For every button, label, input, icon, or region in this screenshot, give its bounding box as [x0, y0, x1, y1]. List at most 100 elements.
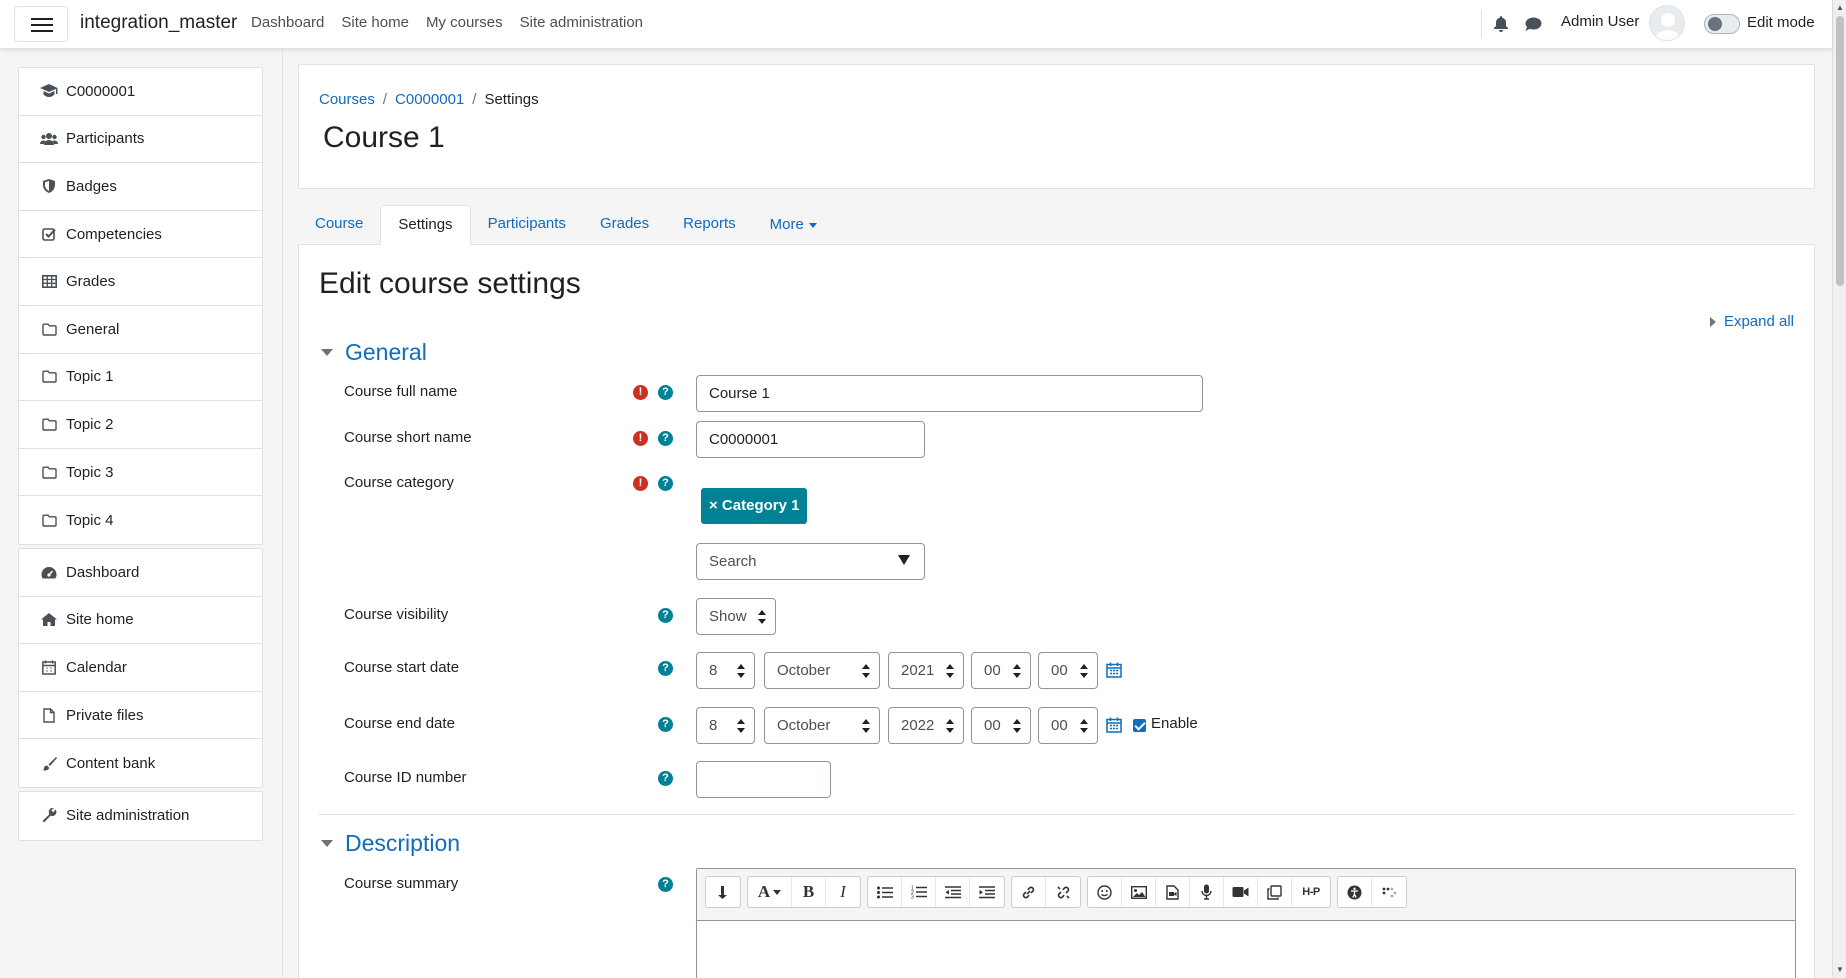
sidebar-item-grades[interactable]: Grades [19, 258, 262, 306]
help-icon[interactable]: ? [658, 717, 673, 732]
section-title-general: General [345, 339, 427, 365]
select-arrows-icon [1013, 719, 1021, 733]
category-selected-badge[interactable]: × Category 1 [701, 488, 808, 524]
edit-mode-toggle[interactable] [1704, 14, 1740, 34]
start-minute-select[interactable]: 00 [1038, 652, 1098, 689]
end-year-select[interactable]: 2022 [888, 707, 964, 744]
start-hour-select[interactable]: 00 [971, 652, 1031, 689]
sidebar-item-content-bank[interactable]: Content bank [19, 739, 262, 787]
calendar-icon[interactable] [1106, 662, 1122, 678]
sidebar-item-site-home[interactable]: Site home [19, 597, 262, 645]
help-icon[interactable]: ? [658, 431, 673, 446]
scroll-down-icon[interactable]: ▼ [1836, 965, 1844, 974]
sidebar-item-participants[interactable]: Participants [19, 116, 262, 164]
short-name-input[interactable]: C0000001 [696, 421, 925, 458]
unlink-icon[interactable] [1046, 877, 1080, 907]
category-search-select[interactable]: Search [696, 543, 925, 580]
menu-icon[interactable] [14, 6, 68, 42]
user-name[interactable]: Admin User [1561, 13, 1639, 30]
page-scrollbar[interactable]: ▲ ▼ [1832, 0, 1846, 978]
link-icon[interactable] [1012, 877, 1046, 907]
breadcrumb-course[interactable]: C0000001 [395, 91, 464, 108]
unordered-list-icon[interactable] [868, 877, 902, 907]
general-section-toggle[interactable]: General [321, 339, 427, 366]
help-icon[interactable]: ? [658, 608, 673, 623]
sidebar-item-private-files[interactable]: Private files [19, 692, 262, 740]
summary-editor[interactable]: A B I 123 H-P [696, 868, 1796, 978]
visibility-select[interactable]: Show [696, 598, 776, 635]
sidebar-item-calendar[interactable]: Calendar [19, 644, 262, 692]
font-style-icon[interactable]: A [748, 877, 792, 907]
manage-files-icon[interactable] [1258, 877, 1292, 907]
avatar[interactable] [1649, 5, 1685, 41]
sidebar-item-dashboard[interactable]: Dashboard [19, 549, 262, 597]
indent-icon[interactable] [970, 877, 1004, 907]
help-icon[interactable]: ? [658, 385, 673, 400]
sidebar-item-topic-4[interactable]: Topic 4 [19, 496, 262, 544]
sidebar-item-site-administration[interactable]: Site administration [19, 792, 262, 840]
expand-all-link[interactable]: Expand all [1709, 313, 1794, 330]
tab-reports[interactable]: Reports [666, 205, 753, 245]
media-icon[interactable] [1156, 877, 1190, 907]
end-date-enable-checkbox[interactable] [1133, 719, 1146, 732]
accessibility-checker-icon[interactable] [1338, 877, 1372, 907]
sidebar-item-general[interactable]: General [19, 306, 262, 354]
image-icon[interactable] [1122, 877, 1156, 907]
help-icon[interactable]: ? [658, 771, 673, 786]
tab-participants[interactable]: Participants [471, 205, 583, 245]
end-hour-select[interactable]: 00 [971, 707, 1031, 744]
description-section-toggle[interactable]: Description [321, 830, 460, 857]
breadcrumb-current: Settings [484, 91, 539, 108]
sidebar-item-competencies[interactable]: Competencies [19, 211, 262, 259]
ordered-list-icon[interactable]: 123 [902, 877, 936, 907]
end-month-value: October [777, 717, 831, 734]
sidebar-item-badges[interactable]: Badges [19, 163, 262, 211]
collapse-icon[interactable] [706, 877, 740, 907]
sidebar-item-label: Dashboard [66, 563, 140, 581]
scroll-up-icon[interactable]: ▲ [1836, 3, 1844, 12]
outdent-icon[interactable] [936, 877, 970, 907]
sidebar-item-label: Calendar [66, 658, 127, 676]
help-icon[interactable]: ? [658, 661, 673, 676]
full-name-input[interactable]: Course 1 [696, 375, 1203, 412]
full-name-label: Course full name [344, 383, 458, 400]
nav-site-home[interactable]: Site home [341, 14, 409, 31]
breadcrumb-courses[interactable]: Courses [319, 91, 375, 108]
start-year-select[interactable]: 2021 [888, 652, 964, 689]
screenreader-helper-icon[interactable] [1372, 877, 1406, 907]
help-icon[interactable]: ? [658, 476, 673, 491]
help-icon[interactable]: ? [658, 877, 673, 892]
caret-down-icon [321, 840, 333, 847]
tab-grades[interactable]: Grades [583, 205, 666, 245]
end-minute-select[interactable]: 00 [1038, 707, 1098, 744]
sidebar-item-topic-1[interactable]: Topic 1 [19, 354, 262, 402]
bold-icon[interactable]: B [792, 877, 826, 907]
record-video-icon[interactable] [1224, 877, 1258, 907]
sidebar-item-topic-2[interactable]: Topic 2 [19, 401, 262, 449]
italic-icon[interactable]: I [826, 877, 860, 907]
h5p-icon[interactable]: H-P [1292, 877, 1330, 907]
tab-settings[interactable]: Settings [380, 205, 471, 245]
nav-site-administration[interactable]: Site administration [520, 14, 643, 31]
site-brand[interactable]: integration_master [80, 12, 237, 34]
chat-icon[interactable] [1522, 13, 1544, 35]
emoji-icon[interactable] [1088, 877, 1122, 907]
sidebar-item-topic-3[interactable]: Topic 3 [19, 449, 262, 497]
nav-dashboard[interactable]: Dashboard [251, 14, 324, 31]
nav-my-courses[interactable]: My courses [426, 14, 503, 31]
folder-icon [39, 466, 59, 479]
sidebar-item-course[interactable]: C0000001 [19, 68, 262, 116]
sidebar-item-label: Badges [66, 177, 117, 195]
tab-more[interactable]: More [753, 205, 834, 245]
tab-course[interactable]: Course [298, 205, 380, 245]
end-month-select[interactable]: October [764, 707, 880, 744]
id-number-input[interactable] [696, 761, 831, 798]
start-day-select[interactable]: 8 [696, 652, 755, 689]
calendar-icon[interactable] [1106, 717, 1122, 733]
record-audio-icon[interactable] [1190, 877, 1224, 907]
scrollbar-thumb[interactable] [1836, 16, 1844, 286]
select-arrows-icon [1080, 719, 1088, 733]
bell-icon[interactable] [1490, 13, 1512, 35]
start-month-select[interactable]: October [764, 652, 880, 689]
end-day-select[interactable]: 8 [696, 707, 755, 744]
